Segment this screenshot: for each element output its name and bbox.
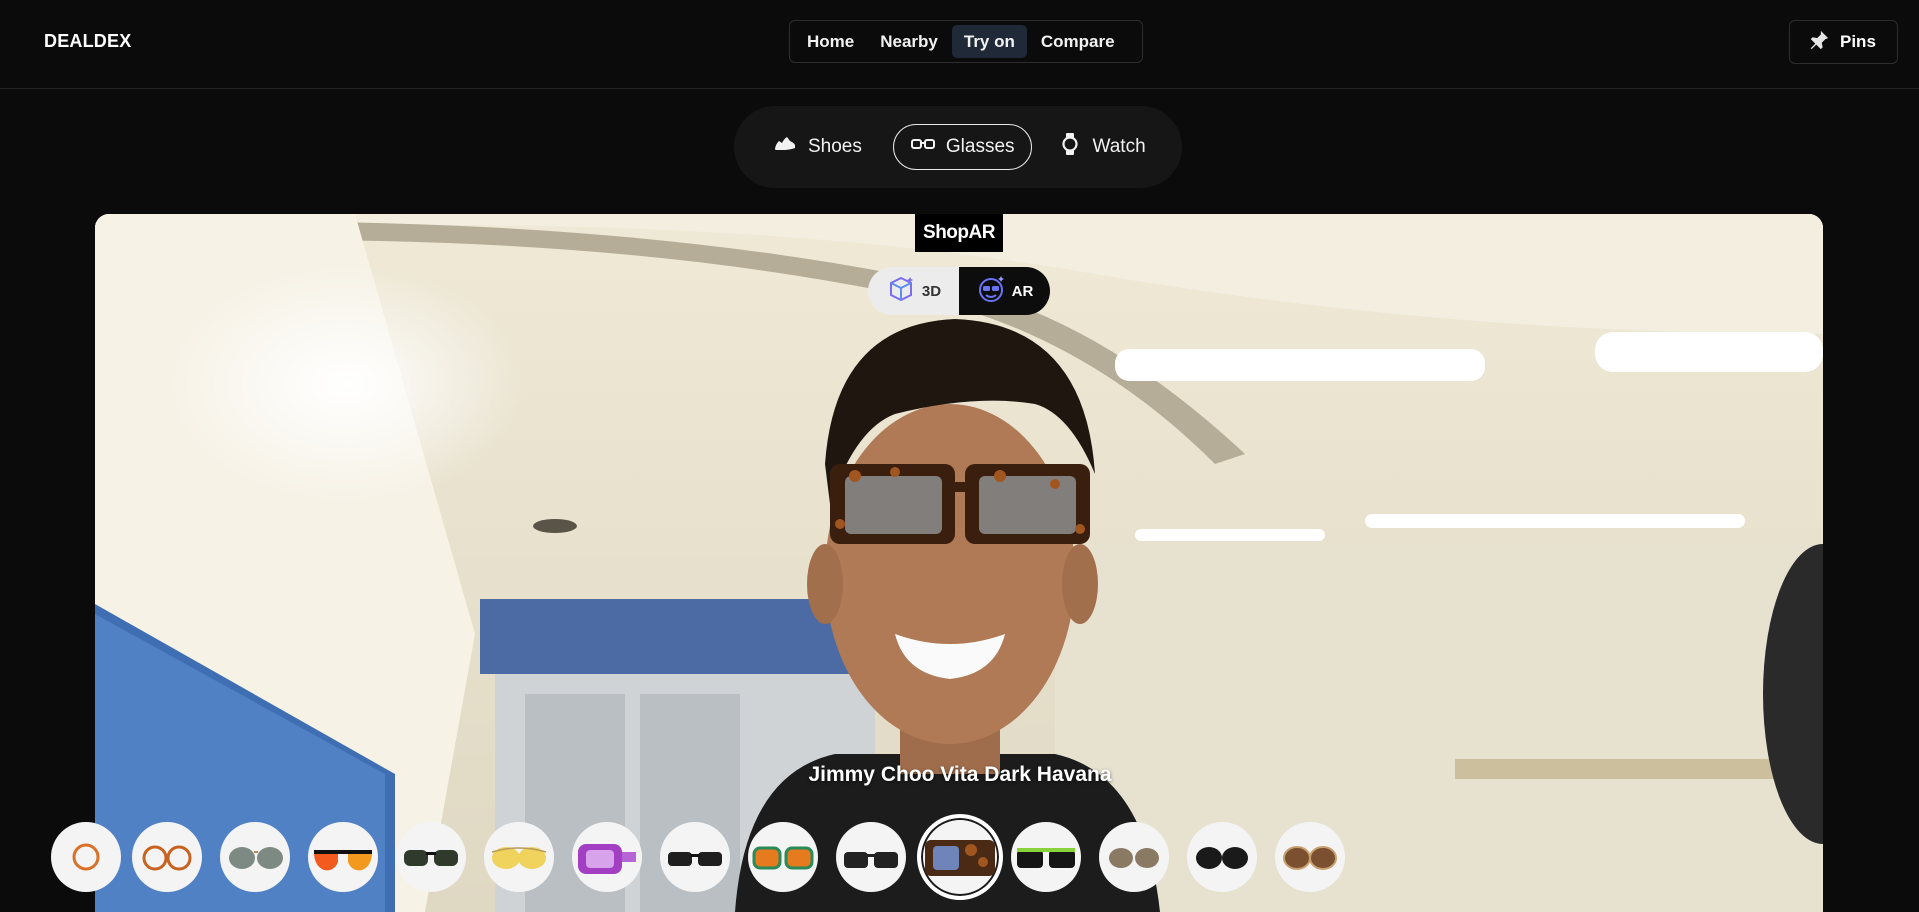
top-navigation-bar: DEALDEX Home Nearby Try on Compare Pins <box>0 0 1919 89</box>
view-mode-switch: 3D AR <box>868 267 1050 315</box>
shopar-badge: ShopAR <box>915 214 1003 252</box>
mode-ar-button[interactable]: AR <box>959 267 1050 315</box>
mode-ar-label: AR <box>1011 282 1034 300</box>
glasses-thumb-8[interactable] <box>748 822 818 892</box>
shoe-icon <box>772 131 798 163</box>
glasses-thumb-4[interactable] <box>396 822 466 892</box>
glasses-thumb-5[interactable] <box>484 822 554 892</box>
mode-3d-button[interactable]: 3D <box>868 267 959 315</box>
main-nav: Home Nearby Try on Compare <box>789 20 1143 63</box>
glasses-icon <box>910 131 936 163</box>
glasses-thumb-9[interactable] <box>836 822 906 892</box>
ar-camera-view[interactable] <box>95 214 1823 912</box>
nav-try-on[interactable]: Try on <box>951 25 1027 58</box>
tab-watch[interactable]: Watch <box>1046 124 1163 170</box>
glasses-thumb-1[interactable] <box>132 822 202 892</box>
glasses-thumb-13[interactable] <box>1187 822 1257 892</box>
nav-home[interactable]: Home <box>795 25 866 58</box>
glasses-thumb-12[interactable] <box>1099 822 1169 892</box>
glasses-thumb-11[interactable] <box>1011 822 1081 892</box>
category-tabs: Shoes Glasses Watch <box>734 106 1182 188</box>
pins-label: Pins <box>1840 32 1876 51</box>
camera-feed-image <box>95 214 1823 912</box>
glasses-carousel <box>51 814 1395 900</box>
glasses-thumb-10-selected[interactable] <box>917 814 1003 900</box>
pins-button[interactable]: Pins <box>1789 20 1898 64</box>
cube-icon <box>886 274 916 308</box>
brand-logo[interactable]: DEALDEX <box>44 31 131 52</box>
glasses-thumb-14[interactable] <box>1275 822 1345 892</box>
glasses-thumb-3[interactable] <box>308 822 378 892</box>
glasses-thumb-0[interactable] <box>51 822 121 892</box>
tab-shoes[interactable]: Shoes <box>761 124 879 170</box>
selected-product-name: Jimmy Choo Vita Dark Havana <box>808 763 1112 786</box>
ar-face-icon <box>976 274 1006 308</box>
tab-glasses-label: Glasses <box>945 136 1015 157</box>
nav-nearby[interactable]: Nearby <box>868 25 950 58</box>
mode-3d-label: 3D <box>921 282 942 300</box>
glasses-thumb-7[interactable] <box>660 822 730 892</box>
tab-watch-label: Watch <box>1092 136 1146 157</box>
watch-icon <box>1057 131 1083 163</box>
tab-shoes-label: Shoes <box>808 136 862 157</box>
glasses-thumb-6[interactable] <box>572 822 642 892</box>
nav-compare[interactable]: Compare <box>1029 25 1127 58</box>
glasses-thumb-2[interactable] <box>220 822 290 892</box>
tab-glasses[interactable]: Glasses <box>892 124 1032 170</box>
pin-icon <box>1808 29 1830 56</box>
